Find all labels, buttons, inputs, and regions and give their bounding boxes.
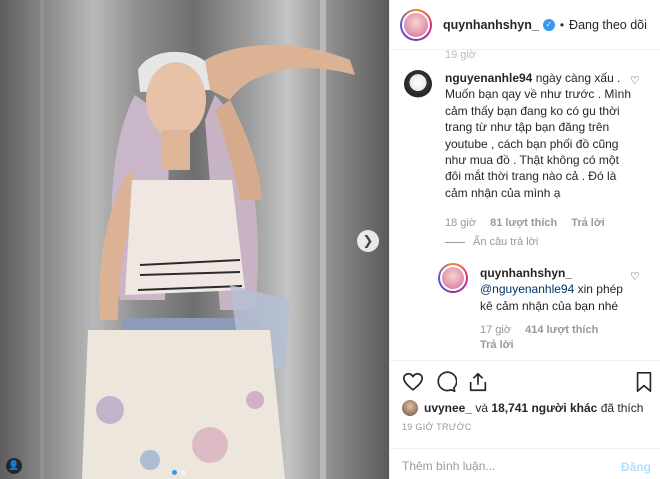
reply-meta: 17 giờ 414 lượt thích <box>480 324 598 336</box>
reply-username[interactable]: quynhanhshyn_ <box>480 266 572 280</box>
likes-count[interactable]: 18,741 người khác <box>491 401 597 415</box>
heart-icon[interactable] <box>402 371 424 393</box>
header-separator: • <box>559 17 565 32</box>
next-photo-button[interactable]: ❯ <box>357 230 379 252</box>
liker-username[interactable]: uvynee_ <box>424 401 472 415</box>
post-photo: ❯ 👤 <box>0 0 389 479</box>
comment-likes-count[interactable]: 81 lượt thích <box>490 217 557 229</box>
reply-body: quynhanhshyn_ @nguyenanhle94 xin phép kê… <box>480 265 638 314</box>
comment-text: ngày càng xấu . Muốn bạn qay về như trướ… <box>445 71 632 200</box>
bookmark-icon[interactable] <box>633 371 655 393</box>
author-avatar[interactable] <box>400 8 432 41</box>
comment-like-heart-icon[interactable]: ♡ <box>630 74 640 87</box>
comment-input[interactable] <box>402 455 602 477</box>
comment-meta: 18 giờ 81 lượt thích Trả lời <box>445 217 605 229</box>
hide-replies-line <box>445 241 465 243</box>
previous-comment-time: 19 giờ <box>445 50 477 61</box>
author-username[interactable]: quynhanhshyn_ <box>443 18 539 32</box>
reply-reply-button[interactable]: Trả lời <box>480 339 514 351</box>
hide-replies-label: Ẩn câu trả lời <box>473 236 539 248</box>
comments-list[interactable]: 19 giờ nguyenanhle94 ngày càng xấu . Muố… <box>390 50 660 360</box>
commenter-username[interactable]: nguyenanhle94 <box>445 71 532 85</box>
reply-time: 17 giờ <box>480 324 512 336</box>
reply-mention-link[interactable]: @nguyenanhle94 <box>480 282 574 296</box>
author-avatar-image <box>402 10 430 39</box>
liker-avatar[interactable] <box>402 400 418 416</box>
comment-body: nguyenanhle94 ngày càng xấu . Muốn bạn q… <box>445 70 633 201</box>
photo-illustration <box>40 0 355 479</box>
reply-author-avatar[interactable] <box>438 263 468 293</box>
follow-status-button[interactable]: Đang theo dõi <box>569 18 647 32</box>
add-comment-bar: Đăng <box>390 448 660 479</box>
hide-replies-button[interactable]: Ẩn câu trả lời <box>445 236 538 248</box>
carousel-dot <box>181 470 186 475</box>
likes-summary: uvynee_ và 18,741 người khác đã thích <box>402 398 643 418</box>
commenter-avatar[interactable] <box>404 70 432 98</box>
likes-connector: và <box>475 401 489 415</box>
likes-suffix: đã thích <box>600 401 644 415</box>
share-icon[interactable] <box>467 371 489 393</box>
post-header: quynhanhshyn_ ✓ • Đang theo dõi <box>390 0 660 50</box>
comment-time: 18 giờ <box>445 217 477 229</box>
comment-reply-button[interactable]: Trả lời <box>571 217 605 229</box>
chevron-right-icon: ❯ <box>362 233 374 249</box>
post-side-panel: quynhanhshyn_ ✓ • Đang theo dõi 19 giờ n… <box>389 0 660 479</box>
post-actions-bar <box>390 360 660 398</box>
tagged-user-icon[interactable]: 👤 <box>6 458 22 474</box>
comment-icon[interactable] <box>435 371 457 393</box>
carousel-indicator <box>172 470 186 475</box>
post-timestamp[interactable]: 19 GIỜ TRƯỚC <box>402 422 472 432</box>
reply-like-heart-icon[interactable]: ♡ <box>630 270 640 283</box>
verified-badge-icon: ✓ <box>542 18 555 31</box>
post-comment-button[interactable]: Đăng <box>621 460 651 474</box>
reply-likes-count[interactable]: 414 lượt thích <box>525 324 598 336</box>
carousel-dot-active <box>172 470 177 475</box>
